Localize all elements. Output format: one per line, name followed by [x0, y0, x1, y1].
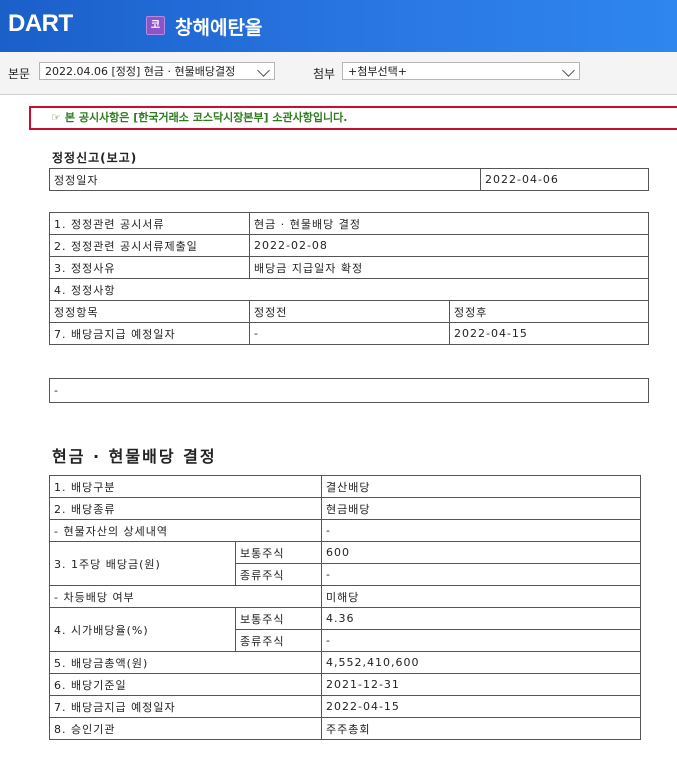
table-row: 5. 배당금총액(원) 4,552,410,600: [49, 651, 641, 674]
attach-select[interactable]: +첨부선택+: [342, 62, 580, 80]
body-label: 본문: [8, 67, 31, 81]
correction-date-value: 2022-04-06: [480, 168, 649, 191]
cell-label: 2. 배당종류: [49, 497, 322, 520]
pointing-hand-icon: ☞: [51, 111, 61, 124]
cell-value: 미해당: [321, 585, 641, 608]
document-content: ☞ 본 공시사항은 [한국거래소 코스닥시장본부] 소관사항입니다. 정정신고(보…: [0, 94, 677, 764]
cell-label: 2. 정정관련 공시서류제출일: [49, 234, 250, 257]
cell-label: 1. 정정관련 공시서류: [49, 212, 250, 235]
table-row: 4. 시가배당율(%) 보통주식 4.36: [49, 607, 641, 652]
cell-label: - 차등배당 여부: [49, 585, 322, 608]
cell-value: -: [321, 519, 641, 542]
cell-value: -: [321, 563, 641, 586]
cell-label: 3. 정정사유: [49, 256, 250, 279]
document-toolbar: 본문 2022.04.06 [정정] 현금 · 현물배당결정 첨부 +첨부선택+: [0, 52, 677, 95]
cell-value: 주주총회: [321, 717, 641, 740]
attach-select-value: +첨부선택+: [348, 65, 407, 78]
cell-value: 4,552,410,600: [321, 651, 641, 674]
table-row: - 현물자산의 상세내역 -: [49, 519, 641, 542]
table-row: 정정항목 정정전 정정후: [49, 300, 649, 323]
dart-logo[interactable]: DART: [8, 10, 73, 38]
table-row: 4. 정정사항: [49, 278, 649, 301]
table-row: 2. 배당종류 현금배당: [49, 497, 641, 520]
column-header: 정정전: [249, 300, 450, 323]
dividend-title: 현금 · 현물배당 결정: [52, 447, 217, 466]
cell-value: 2021-12-31: [321, 673, 641, 696]
attach-label: 첨부: [313, 67, 336, 81]
cell-label: 6. 배당기준일: [49, 673, 322, 696]
cell-label: 5. 배당금총액(원): [49, 651, 322, 674]
cell-value: -: [321, 629, 641, 652]
correction-date-label: 정정일자: [49, 168, 481, 191]
cell-value: 4.36: [321, 607, 641, 630]
table-row: -: [49, 378, 649, 403]
chevron-down-icon: [257, 64, 270, 77]
cell-value: 결산배당: [321, 475, 641, 498]
cell-before: -: [249, 322, 450, 345]
app-header: DART 코 창해에탄올: [0, 0, 677, 52]
cell-value: 600: [321, 541, 641, 564]
cell-value: 2022-04-15: [321, 695, 641, 718]
table-row: 1. 정정관련 공시서류 현금 · 현물배당 결정: [49, 212, 649, 235]
correction-date-table: 정정일자 2022-04-06: [49, 168, 649, 191]
chevron-down-icon: [562, 64, 575, 77]
cell-label: 1. 배당구분: [49, 475, 322, 498]
column-header: 정정항목: [49, 300, 250, 323]
jurisdiction-notice: ☞ 본 공시사항은 [한국거래소 코스닥시장본부] 소관사항입니다.: [29, 106, 677, 130]
body-select[interactable]: 2022.04.06 [정정] 현금 · 현물배당결정: [39, 62, 275, 80]
cell-sublabel: 보통주식: [235, 541, 322, 564]
correction-note: -: [49, 378, 649, 403]
table-row: - 차등배당 여부 미해당: [49, 585, 641, 608]
table-row: 7. 배당금지급 예정일자 2022-04-15: [49, 695, 641, 718]
cell-sublabel: 종류주식: [235, 563, 322, 586]
table-row: 6. 배당기준일 2021-12-31: [49, 673, 641, 696]
cell-label: 7. 배당금지급 예정일자: [49, 322, 250, 345]
body-select-value: 2022.04.06 [정정] 현금 · 현물배당결정: [45, 65, 236, 78]
company-name: 창해에탄올: [175, 17, 263, 39]
section-4-label: 4. 정정사항: [49, 278, 649, 301]
cell-label: 8. 승인기관: [49, 717, 322, 740]
cell-label: 4. 시가배당율(%): [49, 607, 236, 652]
correction-title: 정정신고(보고): [52, 151, 138, 165]
dividend-table: 1. 배당구분 결산배당 2. 배당종류 현금배당 - 현물자산의 상세내역 -…: [49, 475, 641, 740]
correction-detail-table: 1. 정정관련 공시서류 현금 · 현물배당 결정 2. 정정관련 공시서류제출…: [49, 212, 649, 345]
cell-value: 현금 · 현물배당 결정: [249, 212, 649, 235]
table-row: 7. 배당금지급 예정일자 - 2022-04-15: [49, 322, 649, 345]
table-row: 8. 승인기관 주주총회: [49, 717, 641, 740]
market-badge: 코: [146, 16, 165, 35]
column-header: 정정후: [449, 300, 649, 323]
notice-text: 본 공시사항은 [한국거래소 코스닥시장본부] 소관사항입니다.: [64, 111, 348, 124]
table-row: 3. 1주당 배당금(원) 보통주식 600: [49, 541, 641, 586]
cell-value: 배당금 지급일자 확정: [249, 256, 649, 279]
cell-value: 현금배당: [321, 497, 641, 520]
table-row: 3. 정정사유 배당금 지급일자 확정: [49, 256, 649, 279]
cell-sublabel: 종류주식: [235, 629, 322, 652]
cell-label: - 현물자산의 상세내역: [49, 519, 322, 542]
cell-label: 7. 배당금지급 예정일자: [49, 695, 322, 718]
cell-after: 2022-04-15: [449, 322, 649, 345]
cell-label: 3. 1주당 배당금(원): [49, 541, 236, 586]
table-row: 1. 배당구분 결산배당: [49, 475, 641, 498]
correction-note-table: -: [49, 378, 649, 403]
logo-text: DART: [8, 10, 73, 37]
cell-value: 2022-02-08: [249, 234, 649, 257]
table-row: 정정일자 2022-04-06: [49, 168, 649, 191]
table-row: 2. 정정관련 공시서류제출일 2022-02-08: [49, 234, 649, 257]
cell-sublabel: 보통주식: [235, 607, 322, 630]
